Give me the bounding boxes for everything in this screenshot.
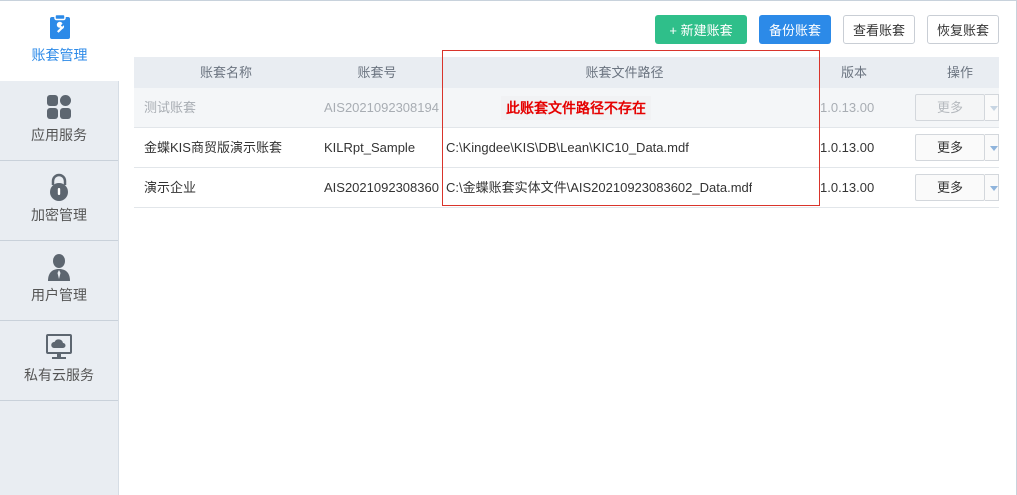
column-header-path[interactable]: 账套文件路径 — [442, 57, 807, 88]
sidebar-item-private-cloud[interactable]: 私有云服务 — [0, 321, 118, 401]
table-row[interactable]: 演示企业 AIS2021092308360 C:\金蝶账套实体文件\AIS202… — [134, 168, 999, 208]
chevron-down-icon — [990, 106, 998, 111]
more-dropdown-button[interactable] — [985, 134, 999, 161]
sidebar-item-encryption[interactable]: 加密管理 — [0, 161, 118, 241]
chevron-down-icon — [990, 146, 998, 151]
more-button[interactable]: 更多 — [915, 134, 985, 161]
more-button[interactable]: 更多 — [915, 94, 985, 121]
more-dropdown-button[interactable] — [985, 174, 999, 201]
user-icon — [45, 253, 73, 281]
account-number-cell: KILRpt_Sample — [324, 140, 416, 155]
sidebar-item-label: 用户管理 — [31, 287, 87, 303]
sidebar-item-label: 加密管理 — [31, 207, 87, 223]
more-dropdown-button[interactable] — [985, 94, 999, 121]
column-header-actions: 操作 — [946, 65, 973, 80]
cloud-monitor-icon — [45, 333, 73, 361]
sidebar-item-users[interactable]: 用户管理 — [0, 241, 118, 321]
sidebar: 账套管理 应用服务 加密管理 用户管理 私有云服务 — [0, 1, 119, 495]
grid-apps-icon — [45, 93, 73, 121]
new-account-set-button[interactable]: + 新建账套 — [655, 15, 747, 44]
version-cell: 1.0.13.00 — [820, 100, 875, 115]
column-header-number[interactable]: 账套号 — [318, 57, 436, 88]
account-manager-window: 账套管理 应用服务 加密管理 用户管理 私有云服务 + 新建账套 备份账套 查看… — [0, 0, 1017, 495]
view-account-set-button[interactable]: 查看账套 — [843, 15, 915, 44]
account-number-cell: AIS2021092308360 — [324, 180, 439, 195]
table-row[interactable]: 金蝶KIS商贸版演示账套 KILRpt_Sample C:\Kingdee\KI… — [134, 128, 999, 168]
version-cell: 1.0.13.00 — [820, 180, 875, 195]
account-name-cell: 演示企业 — [144, 180, 197, 195]
column-header-name[interactable]: 账套名称 — [134, 57, 318, 88]
column-header-version[interactable]: 版本 — [814, 57, 894, 88]
account-path-cell: C:\Kingdee\KIS\DB\Lean\KIC10_Data.mdf — [446, 140, 689, 155]
sidebar-item-label: 私有云服务 — [24, 367, 94, 383]
path-error-message: 此账套文件路径不存在 — [501, 96, 651, 120]
chevron-down-icon — [990, 186, 998, 191]
sidebar-item-account-management[interactable]: 账套管理 — [0, 1, 119, 81]
restore-account-set-button[interactable]: 恢复账套 — [927, 15, 999, 44]
version-cell: 1.0.13.00 — [820, 140, 875, 155]
clipboard-wrench-icon — [46, 13, 74, 41]
sidebar-item-label: 账套管理 — [31, 47, 88, 63]
table-header: 账套名称 账套号 账套文件路径 版本 操作 — [134, 57, 999, 88]
backup-account-set-button[interactable]: 备份账套 — [759, 15, 831, 44]
lock-icon — [45, 173, 73, 201]
sidebar-item-label: 应用服务 — [31, 127, 87, 143]
more-button[interactable]: 更多 — [915, 174, 985, 201]
account-path-cell: C:\金蝶账套实体文件\AIS20210923083602_Data.mdf — [446, 180, 753, 195]
table-row[interactable]: 测试账套 AIS2021092308194 此账套文件路径不存在 1.0.13.… — [134, 88, 999, 128]
account-name-cell: 金蝶KIS商贸版演示账套 — [144, 140, 282, 155]
sidebar-item-app-services[interactable]: 应用服务 — [0, 81, 118, 161]
account-name-cell: 测试账套 — [144, 100, 197, 115]
account-number-cell: AIS2021092308194 — [324, 100, 439, 115]
